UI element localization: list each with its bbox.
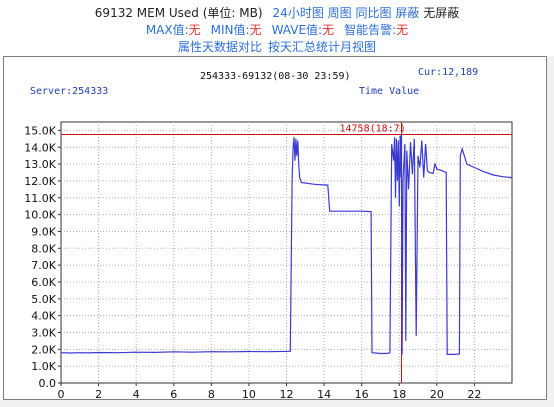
window-bottom-strip: [0, 400, 554, 407]
x-tick-label: 14: [317, 388, 331, 399]
chart-header: 69132 MEM Used (单位: MB) 24小时图 周图 同比图 屏蔽 无…: [0, 0, 554, 56]
current-value-label: Cur:12,189: [418, 67, 478, 78]
max-threshold-link[interactable]: MAX值:: [146, 23, 189, 37]
smart-alarm-value: 无: [396, 23, 409, 37]
plot-area: 0.0 1.0K 2.0K 3.0K 4.0K 5.0K 6.0K 7.0K 8.0K 9.0K 1…: [24, 121, 513, 399]
x-tick-label: 2: [95, 388, 102, 399]
wave-threshold-value: 无: [322, 23, 335, 37]
link-yoy-chart[interactable]: 同比图: [356, 6, 392, 20]
x-tick-label: 12: [280, 388, 294, 399]
max-threshold-value: 无: [188, 23, 201, 37]
server-label: Server:254333: [30, 86, 108, 97]
y-tick-label: 4.0K: [31, 310, 56, 323]
memory-line-chart: 254333-69132(08-30 23:59) Cur:12,189 Ser…: [24, 67, 513, 399]
window-gutter: [547, 56, 554, 407]
y-tick-label: 9.0K: [31, 225, 56, 238]
chart-title: 254333-69132(08-30 23:59): [200, 71, 351, 82]
min-threshold-link[interactable]: MIN值:: [211, 23, 250, 37]
time-value-label: Time Value: [359, 86, 419, 97]
link-month-view[interactable]: 月视图: [340, 40, 376, 54]
smart-alarm-link[interactable]: 智能告警:: [344, 23, 396, 37]
metric-title: 69132 MEM Used (单位: MB): [94, 6, 263, 20]
y-tick-label: 8.0K: [31, 242, 56, 255]
peak-label: 14758(18:7): [340, 123, 406, 134]
y-tick-label: 10.0K: [24, 209, 56, 222]
x-tick-label: 4: [133, 388, 140, 399]
link-week-chart[interactable]: 周图: [328, 6, 352, 20]
link-day-compare[interactable]: 天数据对比: [202, 40, 262, 54]
x-tick-label: 18: [392, 388, 406, 399]
link-24h-chart[interactable]: 24小时图: [273, 6, 324, 20]
y-tick-label: 5.0K: [31, 293, 56, 306]
header-row-title: 69132 MEM Used (单位: MB) 24小时图 周图 同比图 屏蔽 无…: [0, 4, 554, 21]
y-tick-label: 14.0K: [24, 141, 56, 154]
y-tick-label: 3.0K: [31, 326, 56, 339]
link-mask[interactable]: 屏蔽: [395, 6, 419, 20]
min-threshold-value: 无: [249, 23, 262, 37]
chart-frame: 254333-69132(08-30 23:59) Cur:12,189 Ser…: [3, 56, 547, 400]
y-tick-label: 6.0K: [31, 276, 56, 289]
x-tick-label: 6: [170, 388, 177, 399]
y-tick-label: 7.0K: [31, 259, 56, 272]
x-tick-label: 22: [467, 388, 481, 399]
x-tick-label: 0: [58, 388, 65, 399]
wave-threshold-link[interactable]: WAVE值:: [272, 23, 323, 37]
header-row-links: 属性天数据对比 按天汇总统计月视图: [0, 38, 554, 55]
x-tick-label: 16: [355, 388, 369, 399]
mask-status: 无屏蔽: [423, 6, 460, 20]
y-tick-label: 12.0K: [24, 175, 56, 188]
y-tick-label: 1.0K: [31, 360, 56, 373]
y-tick-label: 15.0K: [24, 124, 56, 137]
y-tick-label: 13.0K: [24, 158, 56, 171]
header-row-thresholds: MAX值:无 MIN值:无 WAVE值:无 智能告警:无: [0, 21, 554, 38]
x-tick-label: 20: [430, 388, 444, 399]
link-attributes[interactable]: 属性: [178, 40, 202, 54]
y-tick-label: 11.0K: [24, 192, 56, 205]
y-tick-label: 0.0: [39, 377, 57, 390]
x-tick-label: 8: [208, 388, 215, 399]
y-tick-label: 2.0K: [31, 343, 56, 356]
link-daily-summary[interactable]: 按天汇总统计: [268, 40, 340, 54]
x-tick-label: 10: [242, 388, 256, 399]
